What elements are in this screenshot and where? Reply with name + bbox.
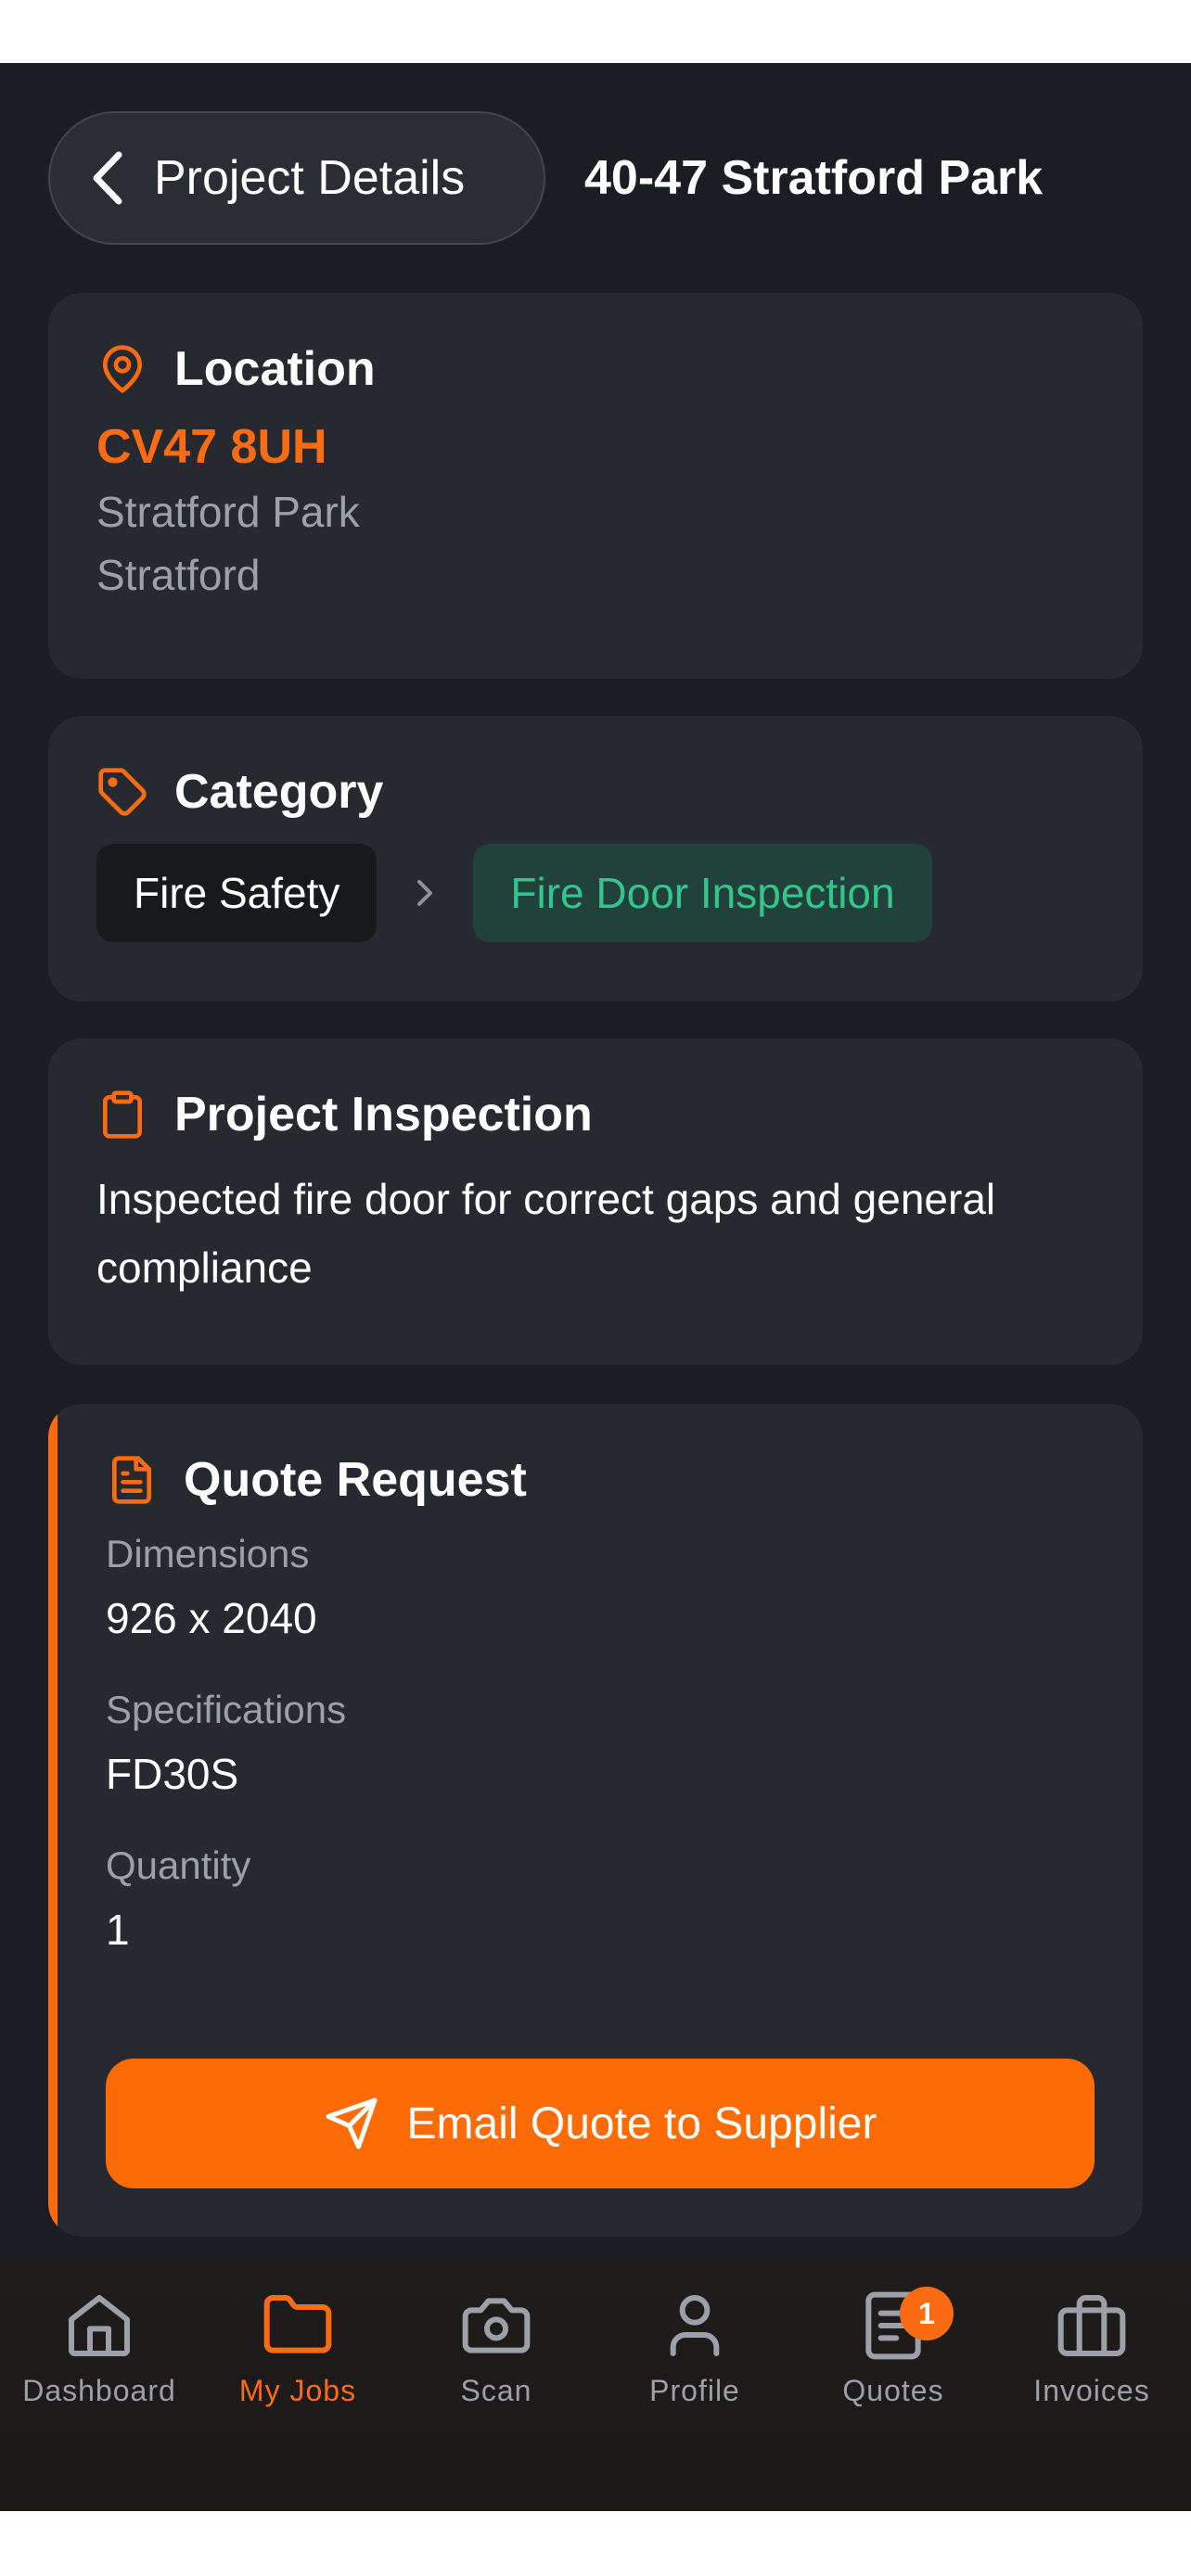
- tab-label: Quotes: [842, 2374, 944, 2407]
- user-icon: [670, 2295, 720, 2356]
- bottom-tab-bar: Dashboard My Jobs Scan Profile Quotes 1 …: [0, 2259, 1191, 2511]
- page-title: 40-47 Stratford Park: [584, 151, 1044, 205]
- tab-label: Profile: [649, 2374, 740, 2407]
- category-heading: Category: [174, 765, 384, 819]
- quote-card: Quote Request Dimensions 926 x 2040 Spec…: [48, 1404, 1143, 2237]
- back-button-label: Project Details: [154, 151, 466, 205]
- inspection-card: Project Inspection Inspected fire door f…: [48, 1039, 1143, 1365]
- tab-quotes[interactable]: Quotes 1: [794, 2259, 992, 2511]
- tab-label: Dashboard: [22, 2374, 176, 2407]
- email-quote-label: Email Quote to Supplier: [406, 2098, 877, 2149]
- file-text-icon: [112, 1456, 152, 1504]
- camera-icon: [462, 2298, 531, 2353]
- category-card: Category Fire Safety Fire Door Inspectio…: [48, 716, 1143, 1001]
- dimensions-label: Dimensions: [106, 1532, 310, 1575]
- location-card: Location CV47 8UH Stratford Park Stratfo…: [48, 293, 1143, 679]
- category-chip-primary: Fire Safety: [96, 844, 378, 942]
- clipboard-icon: [103, 1090, 143, 1139]
- map-pin-icon: [103, 345, 143, 393]
- tag-icon: [98, 768, 147, 816]
- quote-accent-bar: [48, 1404, 58, 2237]
- top-bar: Project Details 40-47 Stratford Park: [48, 111, 1143, 245]
- quotes-badge: 1: [900, 2287, 954, 2340]
- location-heading: Location: [174, 342, 376, 396]
- briefcase-icon: [1057, 2295, 1126, 2356]
- send-icon: [326, 2098, 378, 2149]
- address-line-1: Stratford Park: [96, 488, 360, 536]
- quantity-label: Quantity: [106, 1843, 251, 1887]
- tab-label: My Jobs: [238, 2374, 357, 2407]
- chevron-left-icon: [93, 151, 122, 205]
- tab-invoices[interactable]: Invoices: [992, 2259, 1191, 2511]
- home-icon: [69, 2295, 130, 2356]
- tab-label: Scan: [460, 2374, 532, 2407]
- tab-label: Invoices: [1033, 2374, 1150, 2407]
- quote-heading: Quote Request: [184, 1453, 527, 1507]
- quantity-value: 1: [106, 1906, 130, 1954]
- tab-my-jobs[interactable]: My Jobs: [198, 2259, 397, 2511]
- postcode: CV47 8UH: [96, 420, 327, 474]
- email-quote-button[interactable]: Email Quote to Supplier: [106, 2059, 1095, 2188]
- dimensions-value: 926 x 2040: [106, 1594, 317, 1642]
- inspection-text: Inspected fire door for correct gaps and…: [96, 1175, 996, 1292]
- back-button[interactable]: Project Details: [48, 111, 545, 245]
- inspection-heading: Project Inspection: [174, 1088, 593, 1141]
- folder-icon: [263, 2295, 332, 2353]
- tab-scan[interactable]: Scan: [397, 2259, 596, 2511]
- specifications-value: FD30S: [106, 1750, 239, 1798]
- app-screen: Project Details 40-47 Stratford Park Loc…: [0, 63, 1191, 2511]
- tab-profile[interactable]: Profile: [596, 2259, 794, 2511]
- chevron-right-icon: [417, 880, 433, 906]
- category-chip-secondary: Fire Door Inspection: [473, 844, 932, 942]
- specifications-label: Specifications: [106, 1688, 347, 1731]
- address-line-2: Stratford: [96, 551, 261, 599]
- tab-dashboard[interactable]: Dashboard: [0, 2259, 198, 2511]
